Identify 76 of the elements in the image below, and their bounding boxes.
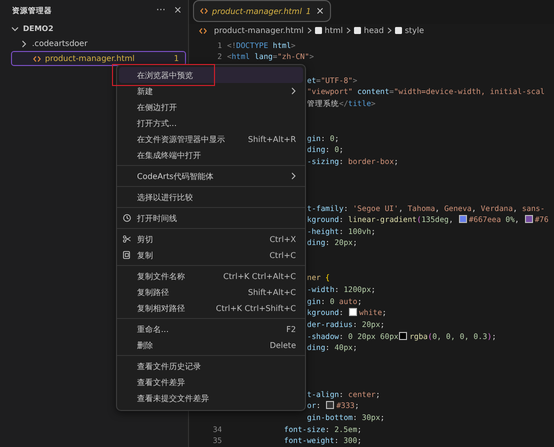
menu-item[interactable]: 打开时间线 — [119, 210, 303, 226]
menu-item[interactable]: CodeArts代码智能体 — [119, 168, 303, 184]
menu-label: 复制 — [137, 250, 154, 260]
code-file-icon — [200, 8, 208, 14]
shortcut-text: Ctrl+K Ctrl+Alt+C — [223, 272, 296, 280]
close-button[interactable]: × — [174, 5, 182, 16]
menu-label: CodeArts代码智能体 — [137, 170, 215, 182]
menu-item[interactable]: 在浏览器中预览 — [119, 67, 303, 83]
menu-label: 查看未提交文件差异 — [137, 392, 210, 404]
chevron-icon — [306, 27, 312, 34]
close-icon[interactable]: × — [316, 6, 324, 16]
menu-label: 打开时间线 — [137, 212, 178, 224]
problem-count: 1 — [174, 54, 179, 63]
menu-item[interactable]: 剪切 Ctrl+X — [119, 231, 303, 247]
code-file-icon — [199, 28, 207, 34]
breadcrumb-item[interactable]: head — [364, 26, 384, 36]
chevron-icon — [386, 27, 392, 34]
menu-item[interactable]: 选择以进行比较 — [119, 189, 303, 205]
menu-label: 删除 — [137, 340, 154, 350]
color-swatch[interactable] — [399, 332, 408, 340]
menu-label: 复制路径 — [137, 286, 170, 298]
menu-label: 查看文件历史记录 — [137, 360, 202, 372]
shortcut-text: Delete — [270, 340, 296, 350]
menu-item[interactable]: 查看未提交文件差异 — [119, 390, 303, 406]
menu-label: 打开方式... — [137, 118, 178, 128]
menu-label: 重命名... — [137, 324, 170, 334]
copy-icon — [123, 251, 131, 259]
shortcut-text: Ctrl+X — [270, 234, 296, 244]
menu-label: 选择以进行比较 — [137, 192, 194, 202]
shortcut-text: F2 — [286, 324, 296, 334]
menu-item[interactable]: 复制文件名称 Ctrl+K Ctrl+Alt+C — [119, 268, 303, 284]
menu-label: 在文件资源管理器中显示 — [137, 134, 226, 144]
menu-item[interactable]: 新建 — [119, 83, 303, 99]
menu-item[interactable]: 删除 Delete — [119, 337, 303, 353]
color-swatch[interactable] — [326, 401, 334, 410]
breadcrumb-item[interactable]: product-manager.html — [214, 26, 304, 36]
element-icon — [354, 27, 361, 34]
tree-item[interactable]: .codeartsdoer — [11, 36, 186, 51]
color-swatch[interactable] — [349, 308, 358, 316]
breadcrumb-item[interactable]: style — [404, 26, 424, 36]
color-swatch[interactable] — [458, 215, 467, 224]
tab-label: product-manager.html — [212, 6, 302, 16]
clock-icon — [123, 214, 131, 222]
menu-label: 在侧边打开 — [137, 102, 178, 112]
menu-label: 在浏览器中预览 — [137, 70, 194, 80]
menu-item[interactable]: 打开方式... — [119, 115, 303, 131]
menu-item[interactable]: 查看文件差异 — [119, 374, 303, 390]
menu-item[interactable]: 在集成终端中打开 — [119, 147, 303, 163]
menu-label: 剪切 — [137, 234, 154, 244]
scissors-icon — [123, 235, 131, 243]
breadcrumb-item[interactable]: html — [324, 26, 343, 36]
menu-item[interactable]: 重命名... F2 — [119, 321, 303, 337]
element-icon — [314, 27, 322, 34]
menu-label: 复制文件名称 — [137, 270, 186, 282]
menu-item[interactable]: 复制 Ctrl+C — [119, 247, 303, 263]
menu-label: 复制相对路径 — [137, 302, 186, 314]
menu-item[interactable]: 在侧边打开 — [119, 99, 303, 115]
tree-item[interactable]: product-manager.html 1 — [11, 51, 186, 66]
menu-item[interactable]: 复制相对路径 Ctrl+K Ctrl+Shift+C — [119, 300, 303, 316]
element-icon — [394, 27, 402, 34]
menu-item[interactable]: 查看文件历史记录 — [119, 358, 303, 374]
problem-count: 1 — [306, 6, 311, 16]
color-swatch[interactable] — [524, 215, 533, 224]
menu-item[interactable]: 在文件资源管理器中显示 Shift+Alt+R — [119, 131, 303, 147]
menu-item[interactable]: 复制路径 Shift+Alt+C — [119, 284, 303, 300]
editor-tab[interactable]: product-manager.html 1 × — [193, 0, 332, 22]
shortcut-text: Ctrl+K Ctrl+Shift+C — [216, 304, 296, 312]
menu-label: 查看文件差异 — [137, 376, 186, 388]
menu-label: 在集成终端中打开 — [137, 150, 202, 160]
shortcut-text: Shift+Alt+C — [248, 288, 296, 296]
shortcut-text: Ctrl+C — [269, 250, 296, 260]
more-button[interactable]: ··· — [156, 5, 166, 16]
chevron-icon — [346, 27, 351, 34]
menu-label: 新建 — [137, 86, 154, 96]
code-file-icon — [33, 56, 41, 62]
shortcut-text: Shift+Alt+R — [248, 134, 296, 144]
